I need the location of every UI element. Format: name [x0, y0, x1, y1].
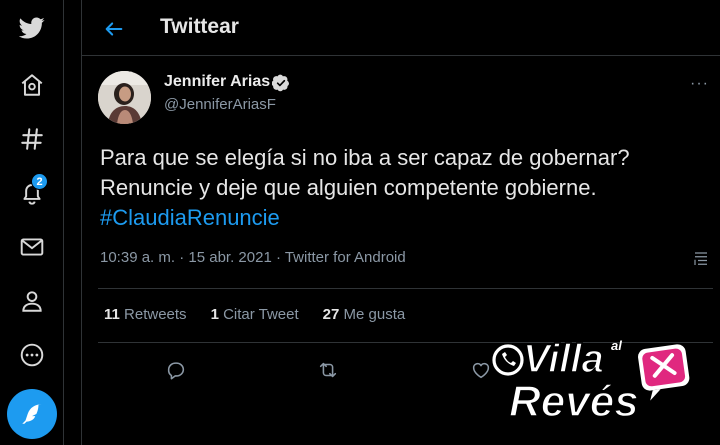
likes-count: 27	[322, 306, 340, 323]
arrow-left-icon	[105, 22, 123, 36]
mail-icon	[20, 238, 44, 256]
sidebar-item-home[interactable]	[10, 63, 54, 107]
divider	[98, 288, 713, 289]
compose-tweet-button[interactable]	[7, 389, 57, 439]
twitter-bird-icon[interactable]	[10, 6, 54, 50]
back-button[interactable]	[99, 14, 129, 44]
sidebar-item-more[interactable]	[10, 333, 54, 377]
user-icon	[22, 291, 42, 312]
retweets-stat[interactable]: 11 Retweets	[104, 306, 187, 323]
sidebar-nav: 2	[0, 0, 64, 445]
retweets-count: 11	[104, 306, 120, 323]
reply-button[interactable]	[158, 352, 194, 388]
more-circle-icon	[20, 343, 44, 367]
author-handle[interactable]: @JenniferAriasF	[164, 96, 276, 113]
page-title: Twittear	[160, 15, 239, 38]
reply-icon	[167, 362, 185, 380]
svg-text:al: al	[611, 338, 622, 353]
sidebar-item-messages[interactable]	[10, 225, 54, 269]
avatar[interactable]	[98, 71, 151, 124]
sidebar-item-profile[interactable]	[10, 279, 54, 323]
likes-label: Me gusta	[343, 306, 406, 323]
analytics-icon[interactable]	[692, 250, 710, 268]
feather-icon	[22, 404, 42, 424]
svg-text:Revés: Revés	[509, 377, 639, 426]
tweet-text-line: Renuncie y deje que alguien competente g…	[100, 175, 597, 200]
hashtag-icon	[21, 128, 43, 150]
villa-al-reves-logo: Villa al Revés	[489, 320, 695, 430]
retweet-button[interactable]	[310, 352, 346, 388]
tweet-text: Para que se elegía si no iba a ser capaz…	[100, 143, 710, 233]
sidebar-item-explore[interactable]	[10, 117, 54, 161]
retweets-label: Retweets	[124, 306, 187, 323]
svg-text:Villa: Villa	[523, 337, 604, 381]
page-header: Twittear	[82, 0, 720, 56]
hashtag-link[interactable]: #ClaudiaRenuncie	[100, 203, 710, 233]
tweet-meta[interactable]: 10:39 a. m. · 15 abr. 2021 · Twitter for…	[100, 249, 406, 266]
tweet-text-line: Para que se elegía si no iba a ser capaz…	[100, 145, 630, 170]
engagement-stats: 11 Retweets 1 Citar Tweet 27 Me gusta	[104, 306, 405, 323]
quotes-label: Citar Tweet	[223, 306, 299, 323]
likes-stat[interactable]: 27 Me gusta	[323, 306, 406, 323]
quotes-stat[interactable]: 1 Citar Tweet	[211, 306, 299, 323]
notification-badge: 2	[31, 173, 48, 190]
retweet-icon	[319, 362, 337, 378]
home-icon	[21, 74, 43, 96]
more-options-icon[interactable]: ···	[690, 75, 709, 93]
author-name[interactable]: Jennifer Arias	[164, 73, 270, 91]
verified-badge-icon	[272, 74, 290, 92]
quotes-count: 1	[210, 306, 219, 323]
